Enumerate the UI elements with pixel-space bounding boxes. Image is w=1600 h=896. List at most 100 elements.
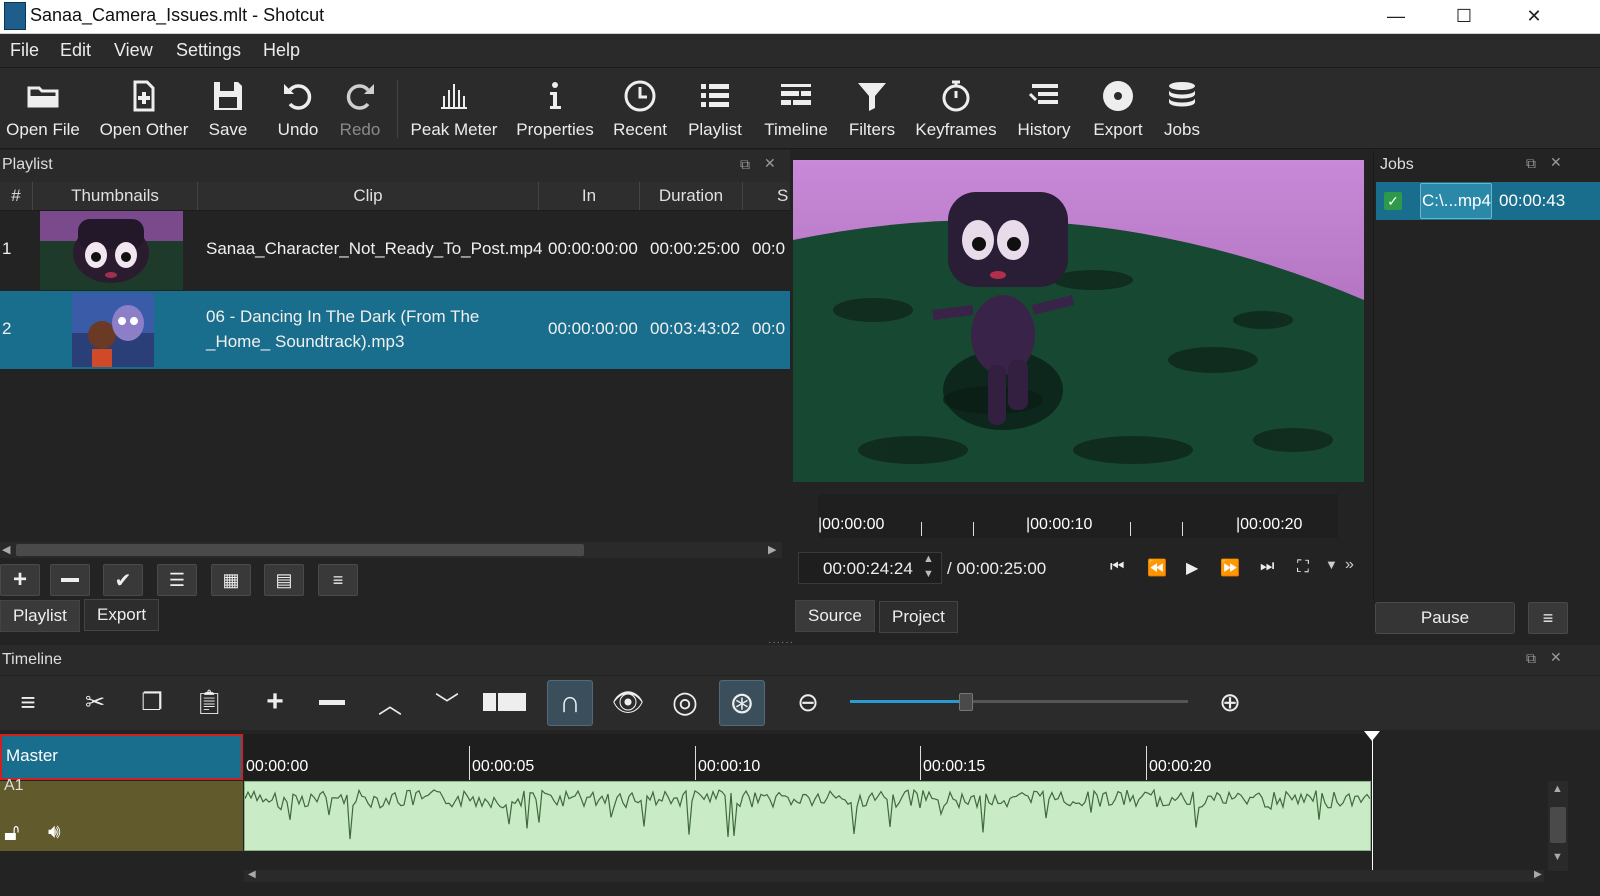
skip-next-icon[interactable]: ⏭	[1260, 558, 1274, 576]
audio-track-header[interactable]: A1 🔓︎ 🔊︎	[0, 777, 243, 851]
zoom-dropdown-icon[interactable]: ▼	[1325, 557, 1338, 572]
close-panel-icon[interactable]: ✕	[764, 155, 776, 172]
video-preview[interactable]	[793, 160, 1364, 482]
job-row[interactable]: ✓ C:\...mp4 00:00:43	[1376, 182, 1600, 220]
spin-down-icon[interactable]: ▼	[923, 568, 934, 580]
column-header-clip[interactable]: Clip	[198, 182, 539, 210]
ripple-toggle-button[interactable]: ◎	[663, 680, 707, 724]
peak-meter-button[interactable]: Peak Meter	[408, 68, 500, 148]
scrollbar-thumb[interactable]	[16, 544, 584, 556]
lock-open-icon[interactable]: 🔓︎	[4, 819, 20, 847]
master-track-header[interactable]: Master	[0, 734, 243, 780]
redo-button[interactable]: Redo	[334, 68, 386, 148]
ripple-delete-button[interactable]	[310, 680, 354, 724]
zoom-out-button[interactable]: ⊖	[786, 680, 830, 724]
scroll-left-icon[interactable]: ◀	[2, 543, 10, 556]
playlist-menu-button[interactable]: ≡	[318, 564, 358, 596]
scrub-toggle-button[interactable]: 👁︎	[606, 680, 650, 724]
timeline-vertical-scrollbar[interactable]: ▲ ▼	[1548, 781, 1568, 871]
filters-button[interactable]: Filters	[842, 68, 902, 148]
overwrite-button[interactable]: ﹀	[425, 680, 469, 724]
float-panel-icon[interactable]: ⧉	[740, 156, 750, 173]
table-row-selected[interactable]: 2 06 - Dancing In The Dark (From The _Ho…	[0, 291, 790, 369]
timecode-position: 00:00:24:24	[823, 559, 913, 578]
maximize-button[interactable]: ☐	[1430, 0, 1498, 33]
fit-zoom-icon[interactable]: ⛶	[1297, 557, 1309, 577]
open-file-button[interactable]: Open File	[4, 68, 82, 148]
lift-button[interactable]: ︿	[368, 680, 412, 724]
zoom-in-button[interactable]: ⊕	[1208, 680, 1252, 724]
append-button[interactable]: +	[253, 680, 297, 724]
spin-up-icon[interactable]: ▲	[923, 553, 934, 565]
menu-view[interactable]: View	[114, 39, 153, 61]
export-button[interactable]: Export	[1088, 68, 1148, 148]
menu-edit[interactable]: Edit	[60, 39, 91, 61]
menu-settings[interactable]: Settings	[176, 39, 241, 61]
float-panel-icon[interactable]: ⧉	[1526, 155, 1536, 172]
view-tiles-button[interactable]: ▦	[211, 564, 251, 596]
tab-project[interactable]: Project	[879, 601, 958, 633]
timecode-spinbox[interactable]: 00:00:24:24 ▲ ▼	[798, 552, 942, 584]
tab-source[interactable]: Source	[795, 600, 875, 632]
pause-jobs-button[interactable]: Pause	[1375, 602, 1515, 634]
copy-button[interactable]: ❐	[130, 680, 174, 724]
column-header-in[interactable]: In	[539, 182, 640, 210]
paste-button[interactable]: 📋︎	[187, 680, 231, 724]
timeline-horizontal-scrollbar[interactable]: ◀ ▶	[244, 869, 1544, 882]
scroll-left-icon[interactable]: ◀	[248, 869, 256, 880]
view-icons-button[interactable]: ▤	[264, 564, 304, 596]
player-scrub-bar[interactable]: |00:00:00 |00:00:10 |00:00:20	[818, 494, 1338, 538]
column-header-thumbnails[interactable]: Thumbnails	[33, 182, 198, 210]
save-button[interactable]: Save	[200, 68, 256, 148]
column-header-number[interactable]: #	[0, 182, 33, 210]
undo-button[interactable]: Undo	[270, 68, 326, 148]
view-details-button[interactable]: ☰	[157, 564, 197, 596]
tab-export[interactable]: Export	[84, 599, 160, 631]
scroll-right-icon[interactable]: ▶	[1534, 869, 1542, 880]
more-controls-icon[interactable]: »	[1345, 556, 1354, 574]
split-button[interactable]	[482, 680, 526, 724]
close-panel-icon[interactable]: ✕	[1550, 154, 1562, 171]
add-clip-button[interactable]: +	[0, 564, 40, 596]
snap-toggle-button[interactable]: ∩	[547, 680, 593, 726]
history-button[interactable]: History	[1008, 68, 1080, 148]
scroll-up-icon[interactable]: ▲	[1552, 783, 1563, 795]
skip-previous-icon[interactable]: ⏮	[1110, 558, 1124, 576]
speaker-icon[interactable]: 🔊︎	[48, 821, 61, 844]
jobs-menu-button[interactable]: ≡	[1528, 602, 1568, 634]
close-button[interactable]: ✕	[1500, 0, 1568, 33]
table-row[interactable]: 1 Sanaa_Character_Not_Ready_To_Post.mp4 …	[0, 211, 790, 290]
menu-help[interactable]: Help	[263, 39, 300, 61]
properties-button[interactable]: Properties	[514, 68, 596, 148]
open-other-button[interactable]: Open Other	[96, 68, 192, 148]
rewind-icon[interactable]: ⏪	[1147, 558, 1167, 578]
cut-button[interactable]: ✂	[73, 680, 117, 724]
ripple-all-tracks-button[interactable]: ⊛	[719, 680, 765, 726]
fast-forward-icon[interactable]: ⏩	[1220, 558, 1240, 578]
update-clip-button[interactable]: ✔	[103, 564, 143, 596]
scroll-down-icon[interactable]: ▼	[1552, 851, 1563, 863]
close-panel-icon[interactable]: ✕	[1550, 649, 1562, 666]
keyframes-button[interactable]: Keyframes	[914, 68, 998, 148]
audio-clip[interactable]	[244, 781, 1371, 851]
float-panel-icon[interactable]: ⧉	[1526, 650, 1536, 667]
zoom-slider-handle[interactable]	[958, 693, 973, 711]
timeline-menu-button[interactable]: ≡	[6, 680, 50, 724]
recent-button[interactable]: Recent	[610, 68, 670, 148]
remove-clip-button[interactable]	[50, 564, 90, 596]
minimize-button[interactable]: —	[1362, 0, 1430, 33]
jobs-button[interactable]: Jobs	[1156, 68, 1208, 148]
splitter-handle[interactable]: ······	[768, 637, 800, 648]
column-header-duration[interactable]: Duration	[640, 182, 743, 210]
scroll-right-icon[interactable]: ▶	[768, 543, 776, 556]
scrollbar-thumb[interactable]	[1550, 807, 1566, 843]
timeline-ruler[interactable]: 00:00:00 00:00:05 00:00:10 00:00:15 00:0…	[244, 734, 1372, 780]
column-header-start[interactable]: S	[743, 182, 790, 210]
play-icon[interactable]: ▶	[1186, 558, 1198, 578]
playlist-horizontal-scrollbar[interactable]: ◀ ▶	[0, 542, 782, 558]
tab-playlist[interactable]: Playlist	[0, 600, 80, 632]
playlist-button[interactable]: Playlist	[684, 68, 746, 148]
menu-file[interactable]: File	[10, 39, 39, 61]
timeline-button[interactable]: Timeline	[760, 68, 832, 148]
zoom-slider-track[interactable]	[850, 693, 1188, 711]
